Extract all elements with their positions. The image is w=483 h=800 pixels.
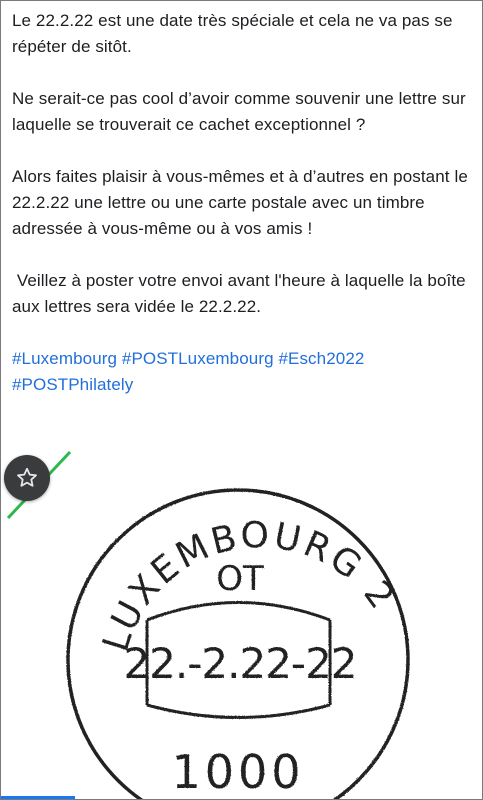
paragraph-4: Veillez à poster votre envoi avant l'heu… (12, 271, 471, 316)
postmark-drawing: LUXEMBOURG 2 OT 22.-2.22-22 1000 (0, 450, 410, 800)
postmark-image[interactable]: LUXEMBOURG 2 OT 22.-2.22-22 1000 (0, 450, 483, 800)
stamp-date: 22.-2.22-22 (123, 639, 356, 688)
hashtag-luxembourg[interactable]: #Luxembourg (12, 349, 117, 368)
stamp-inner-top-arc (146, 601, 331, 622)
paragraph-3: Alors faites plaisir à vous-mêmes et à d… (12, 167, 468, 238)
stamp-postal-code: 1000 (171, 745, 304, 799)
hashtag-postphilately[interactable]: #POSTPhilately (12, 375, 133, 394)
star-icon (17, 467, 37, 487)
hashtags: #Luxembourg #POSTLuxembourg #Esch2022 #P… (12, 346, 474, 398)
post-text: Le 22.2.22 est une date très spéciale et… (12, 8, 474, 398)
hashtag-postluxembourg[interactable]: #POSTLuxembourg (122, 349, 274, 368)
hashtag-esch2022[interactable]: #Esch2022 (278, 349, 364, 368)
paragraph-1: Le 22.2.22 est une date très spéciale et… (12, 11, 453, 56)
paragraph-2: Ne serait-ce pas cool d’avoir comme souv… (12, 89, 466, 134)
bottom-accent-bar (0, 796, 75, 800)
favorite-button[interactable] (4, 455, 50, 501)
stamp-code: OT (216, 559, 264, 599)
stamp-inner-bottom-arc (146, 703, 331, 719)
